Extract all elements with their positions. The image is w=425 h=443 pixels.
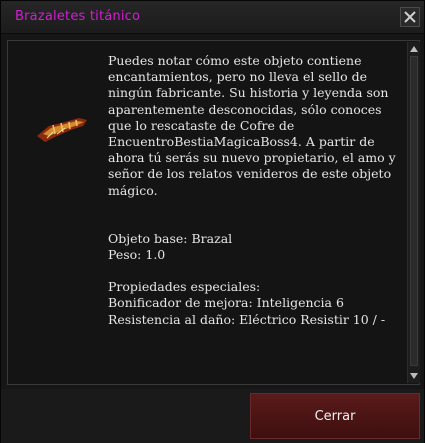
bracelet-icon	[37, 118, 87, 142]
special-prop: Resistencia al daño: Eléctrico Resistir …	[108, 311, 386, 327]
item-weight: Peso: 1.0	[108, 247, 166, 263]
footer: Cerrar	[1, 389, 424, 443]
item-description: Puedes notar cómo este objeto contiene e…	[108, 53, 396, 198]
title-bar: Brazaletes titánico	[1, 1, 424, 34]
scroll-down-icon[interactable]	[409, 371, 419, 381]
item-info-window: Brazaletes titánico Puedes notar cómo es…	[0, 0, 425, 443]
close-icon[interactable]	[400, 7, 420, 27]
item-description-block: Puedes notar cómo este objeto contiene e…	[108, 53, 398, 328]
close-button[interactable]: Cerrar	[250, 393, 420, 439]
scroll-thumb[interactable]	[410, 56, 418, 366]
scroll-up-icon[interactable]	[409, 44, 419, 54]
base-object: Objeto base: Brazal	[108, 230, 233, 246]
scrollbar[interactable]	[407, 42, 420, 383]
special-prop: Bonificador de mejora: Inteligencia 6	[108, 295, 344, 311]
window-title: Brazaletes titánico	[15, 9, 141, 24]
special-props-heading: Propiedades especiales:	[108, 279, 261, 295]
item-details-panel: Puedes notar cómo este objeto contiene e…	[7, 40, 420, 385]
